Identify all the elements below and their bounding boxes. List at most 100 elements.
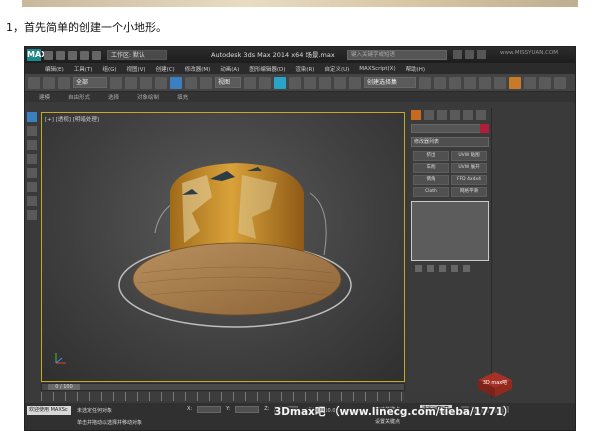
extrude-button[interactable]: 挤出	[413, 151, 449, 161]
workspace-dropdown[interactable]: 工作区: 默认	[107, 50, 167, 60]
select-by-name-icon[interactable]	[125, 76, 137, 89]
paint-icon[interactable]	[27, 168, 37, 178]
select-rotate-icon[interactable]	[185, 76, 197, 89]
undo-icon[interactable]	[80, 50, 89, 60]
menu-customize[interactable]: 自定义(U)	[324, 65, 349, 73]
create-tab-icon[interactable]	[411, 110, 421, 120]
align-icon[interactable]	[434, 76, 446, 89]
track-bar[interactable]	[41, 392, 405, 401]
remove-modifier-icon[interactable]	[451, 265, 458, 272]
y-field[interactable]	[235, 406, 260, 413]
set-key-label[interactable]: 设置关键点	[375, 418, 400, 425]
menu-create[interactable]: 创建(C)	[156, 65, 175, 73]
select-scale-icon[interactable]	[200, 76, 212, 89]
camera-icon[interactable]	[27, 210, 37, 220]
menu-help[interactable]: 帮助(H)	[406, 65, 425, 73]
app-logo-icon[interactable]: MAX	[27, 49, 47, 61]
menu-modifiers[interactable]: 修改器(M)	[185, 65, 211, 73]
display-tab-icon[interactable]	[463, 110, 473, 120]
menu-rendering[interactable]: 渲染(R)	[295, 65, 314, 73]
hammer-icon[interactable]	[27, 182, 37, 192]
meshsmooth-button[interactable]: 网格平滑	[451, 187, 487, 197]
menu-views[interactable]: 视图(V)	[127, 65, 146, 73]
help-icon[interactable]	[477, 50, 486, 59]
edit-named-selection-icon[interactable]	[349, 76, 361, 89]
selection-filter-dropdown[interactable]: 全部	[73, 77, 107, 88]
hierarchy-tab-icon[interactable]	[437, 110, 447, 120]
select-move-icon[interactable]	[170, 76, 182, 89]
keyboard-shortcut-icon[interactable]	[274, 76, 286, 89]
render-setup-icon[interactable]	[524, 76, 536, 89]
container-icon[interactable]	[27, 112, 37, 122]
shirt-icon[interactable]	[27, 140, 37, 150]
save-file-icon[interactable]	[68, 50, 77, 60]
percent-snap-icon[interactable]	[319, 76, 331, 89]
ribbon-toggle-icon[interactable]	[464, 76, 476, 89]
binoculars-icon[interactable]	[453, 50, 462, 59]
tab-selection[interactable]: 选择	[108, 93, 119, 101]
x-label: X:	[187, 406, 193, 412]
object-color-swatch[interactable]	[480, 124, 489, 133]
angle-snap-icon[interactable]	[304, 76, 316, 89]
menu-tools[interactable]: 工具(T)	[74, 65, 93, 73]
bevel-button[interactable]: 倒角	[413, 175, 449, 185]
curve-editor-icon[interactable]	[479, 76, 491, 89]
time-slider[interactable]: 0 / 100	[41, 383, 405, 391]
unlink-icon[interactable]	[43, 76, 55, 89]
tab-object-paint[interactable]: 对象绘制	[137, 93, 159, 101]
selection-region-icon[interactable]	[140, 76, 152, 89]
film-icon[interactable]	[27, 196, 37, 206]
menu-maxscript[interactable]: MAXScript(X)	[359, 66, 395, 72]
render-production-icon[interactable]	[554, 76, 566, 89]
menu-graph-editors[interactable]: 图形编辑器(D)	[249, 65, 285, 73]
motion-tab-icon[interactable]	[450, 110, 460, 120]
uvw-unwrap-button[interactable]: UVW 展开	[451, 163, 487, 173]
pin-stack-icon[interactable]	[415, 265, 422, 272]
modifier-list-dropdown[interactable]: 修改器列表	[411, 137, 489, 147]
ffd-button[interactable]: FFD 4x4x4	[451, 175, 487, 185]
search-input[interactable]: 键入关键字或短语	[347, 50, 447, 60]
select-object-icon[interactable]	[110, 76, 122, 89]
configure-sets-icon[interactable]	[463, 265, 470, 272]
modifier-stack[interactable]	[411, 201, 489, 261]
window-crossing-icon[interactable]	[155, 76, 167, 89]
utilities-tab-icon[interactable]	[476, 110, 486, 120]
menu-group[interactable]: 组(G)	[102, 65, 116, 73]
mirror-icon[interactable]	[419, 76, 431, 89]
layer-manager-icon[interactable]	[449, 76, 461, 89]
x-field[interactable]	[197, 406, 222, 413]
make-unique-icon[interactable]	[439, 265, 446, 272]
open-file-icon[interactable]	[56, 50, 65, 60]
modify-tab-icon[interactable]	[424, 110, 434, 120]
new-file-icon[interactable]	[44, 50, 53, 60]
uvw-map-button[interactable]: UVW 贴图	[451, 151, 487, 161]
cloth-button[interactable]: Cloth	[413, 187, 449, 197]
link-icon[interactable]	[28, 76, 40, 89]
spinner-snap-icon[interactable]	[334, 76, 346, 89]
bind-space-warp-icon[interactable]	[58, 76, 70, 89]
menu-animation[interactable]: 动画(A)	[220, 65, 239, 73]
pivot-center-icon[interactable]	[244, 76, 256, 89]
snap-toggle-icon[interactable]	[289, 76, 301, 89]
manipulate-icon[interactable]	[259, 76, 271, 89]
isolate-icon[interactable]	[27, 126, 37, 136]
perspective-viewport[interactable]: [+] [透视] [明暗处理]	[41, 112, 405, 382]
rendered-frame-icon[interactable]	[539, 76, 551, 89]
tab-modeling[interactable]: 建模	[39, 93, 50, 101]
tab-freeform[interactable]: 自由形式	[68, 93, 90, 101]
maxscript-listener[interactable]: 欢迎使用 MAXSc	[27, 406, 71, 415]
time-slider-handle[interactable]: 0 / 100	[48, 384, 80, 390]
object-name-field[interactable]	[411, 124, 489, 133]
star-icon[interactable]	[465, 50, 474, 59]
material-editor-icon[interactable]	[509, 76, 521, 89]
watermark-logo-icon: 3D max吧	[478, 372, 512, 397]
reference-coord-dropdown[interactable]: 视图	[215, 77, 241, 88]
redo-icon[interactable]	[92, 50, 101, 60]
schematic-view-icon[interactable]	[494, 76, 506, 89]
show-end-result-icon[interactable]	[427, 265, 434, 272]
named-selection-dropdown[interactable]: 创建选择集	[364, 77, 416, 88]
teapot-icon[interactable]	[27, 154, 37, 164]
lathe-button[interactable]: 车削	[413, 163, 449, 173]
tab-populate[interactable]: 填充	[177, 93, 188, 101]
menu-edit[interactable]: 编辑(E)	[45, 65, 64, 73]
